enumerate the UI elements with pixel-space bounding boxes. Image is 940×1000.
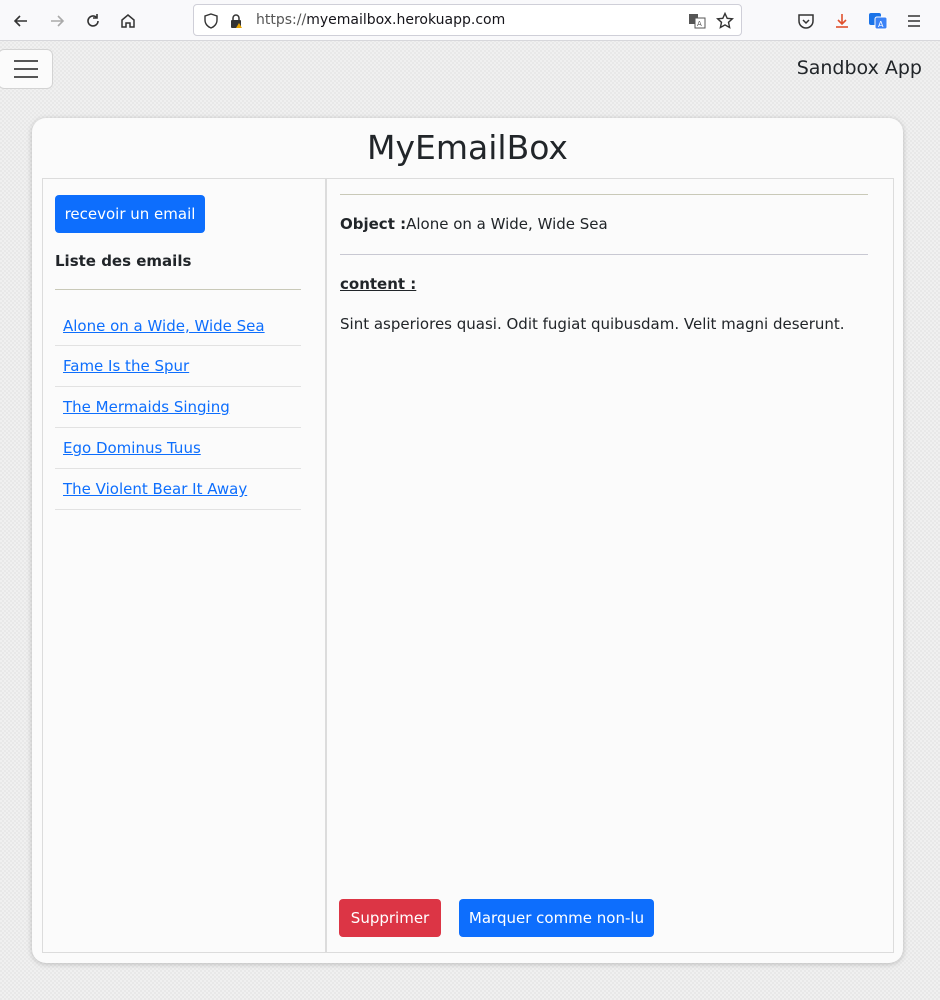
- mailbox-panel: recevoir un email Liste des emails Alone…: [42, 178, 894, 953]
- email-link[interactable]: Alone on a Wide, Wide Sea: [63, 317, 265, 335]
- app-navbar: Sandbox App: [0, 41, 940, 97]
- delete-button[interactable]: Supprimer: [339, 899, 441, 937]
- email-content: Sint asperiores quasi. Odit fugiat quibu…: [340, 315, 845, 333]
- list-item: Alone on a Wide, Wide Sea: [55, 306, 301, 346]
- hamburger-icon-bar: [13, 60, 38, 62]
- hamburger-icon-bar: [13, 76, 38, 78]
- email-list-title: Liste des emails: [55, 252, 192, 270]
- back-icon[interactable]: [8, 8, 34, 34]
- email-link[interactable]: The Violent Bear It Away: [63, 480, 247, 498]
- divider: [55, 289, 301, 290]
- pocket-icon[interactable]: [793, 8, 819, 34]
- page-title: MyEmailBox: [367, 128, 568, 167]
- reload-icon[interactable]: [80, 8, 106, 34]
- navbar-brand[interactable]: Sandbox App: [797, 57, 922, 79]
- list-item: The Violent Bear It Away: [55, 469, 301, 510]
- list-item: The Mermaids Singing: [55, 387, 301, 428]
- list-item: Ego Dominus Tuus: [55, 428, 301, 469]
- bookmark-star-icon[interactable]: [716, 12, 734, 30]
- receive-email-button[interactable]: recevoir un email: [55, 195, 205, 233]
- shield-icon[interactable]: [202, 12, 220, 30]
- navbar-toggler-button[interactable]: [0, 49, 53, 89]
- email-object: Object :Alone on a Wide, Wide Sea: [340, 215, 608, 233]
- email-link[interactable]: Fame Is the Spur: [63, 357, 189, 375]
- menu-icon[interactable]: [901, 8, 927, 34]
- email-list: Alone on a Wide, Wide Sea Fame Is the Sp…: [55, 306, 301, 510]
- email-detail: Object :Alone on a Wide, Wide Sea conten…: [327, 179, 893, 952]
- home-icon[interactable]: [115, 8, 141, 34]
- content-label: content :: [340, 275, 417, 293]
- email-link[interactable]: The Mermaids Singing: [63, 398, 230, 416]
- object-label: Object :: [340, 215, 407, 233]
- svg-text:A: A: [697, 20, 702, 28]
- browser-toolbar: https://myemailbox.herokuapp.com A A: [0, 0, 940, 41]
- list-item: Fame Is the Spur: [55, 346, 301, 387]
- svg-text:A: A: [878, 20, 884, 29]
- download-icon[interactable]: [829, 8, 855, 34]
- object-value: Alone on a Wide, Wide Sea: [406, 215, 608, 233]
- url-text: https://myemailbox.herokuapp.com: [256, 12, 506, 28]
- email-link[interactable]: Ego Dominus Tuus: [63, 439, 201, 457]
- lock-icon[interactable]: [227, 12, 245, 30]
- translate-icon[interactable]: A: [688, 12, 706, 30]
- email-sidebar: recevoir un email Liste des emails Alone…: [43, 179, 327, 952]
- divider: [340, 254, 868, 255]
- divider: [340, 194, 868, 195]
- url-bar[interactable]: https://myemailbox.herokuapp.com A: [193, 4, 742, 36]
- mark-unread-button[interactable]: Marquer comme non-lu: [459, 899, 654, 937]
- forward-icon[interactable]: [44, 8, 70, 34]
- extension-icon[interactable]: A: [865, 8, 891, 34]
- mailbox-card: MyEmailBox recevoir un email Liste des e…: [32, 118, 903, 963]
- hamburger-icon-bar: [13, 68, 38, 70]
